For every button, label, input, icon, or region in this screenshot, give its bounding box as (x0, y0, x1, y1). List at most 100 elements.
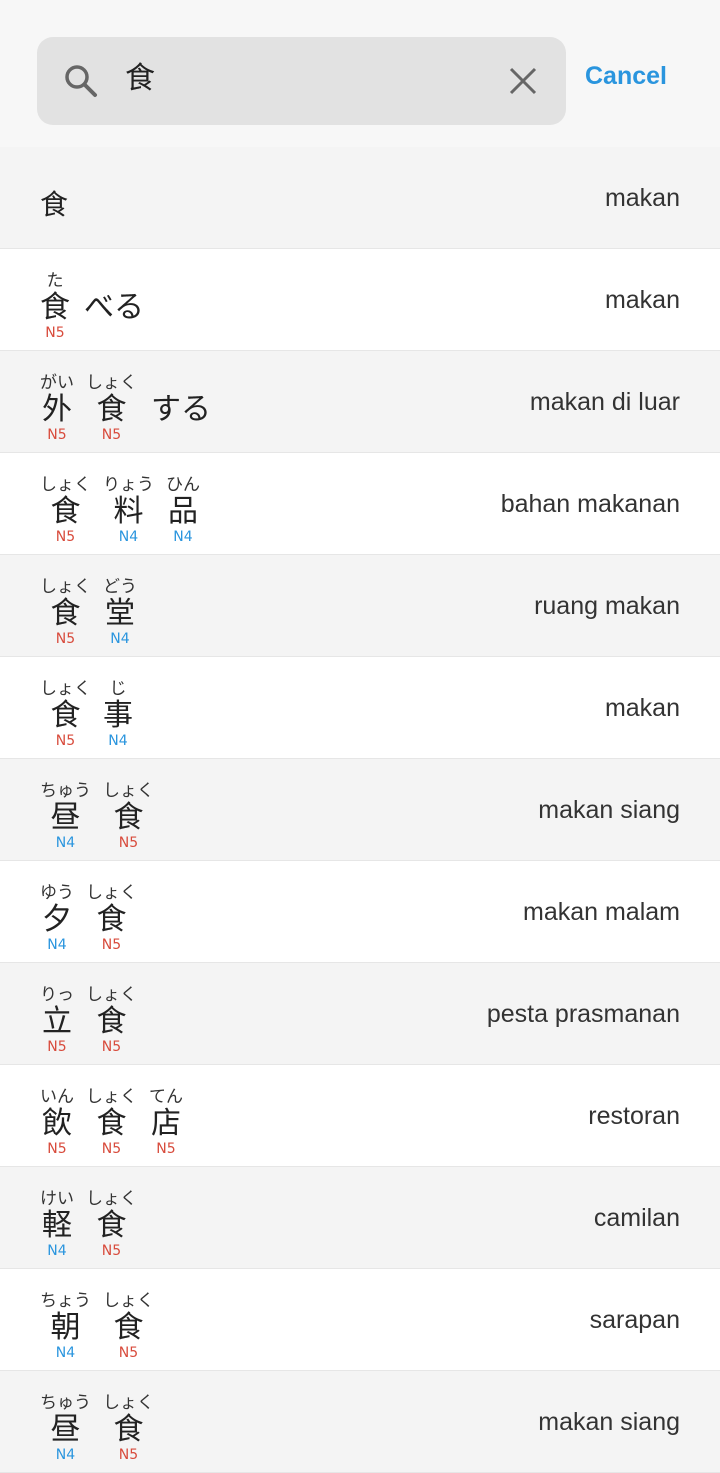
kanji: 軽 (42, 1208, 72, 1243)
kanji: 朝 (50, 1310, 81, 1345)
meaning: ruang makan (534, 592, 680, 620)
kanji-unit: しょく食 N5 (103, 1371, 154, 1463)
kanji-unit: ちゅう昼 N4 (40, 1371, 91, 1463)
kanji: 立 (42, 1004, 72, 1039)
furigana: ちゅう (40, 781, 91, 801)
furigana: いん (40, 1087, 74, 1107)
headword: ゆう夕 N4 しょく食 N5 (40, 861, 149, 963)
jlpt-level-badge: N5 (47, 1141, 67, 1157)
furigana: しょく (40, 679, 91, 699)
meaning: bahan makanan (500, 490, 680, 518)
kanji: 食 (96, 1004, 127, 1039)
kanji-unit: しょく食 N5 (86, 963, 137, 1055)
kanji-unit: りょう料 N4 (103, 453, 154, 545)
kanji: 食 (96, 1208, 127, 1243)
jlpt-level-badge: N4 (47, 937, 67, 953)
cancel-button[interactable]: Cancel (585, 62, 667, 91)
furigana: しょく (103, 781, 154, 801)
result-row[interactable]: しょく食 N5 どう堂 N4 ruang makan (0, 555, 720, 657)
furigana: しょく (86, 1087, 137, 1107)
result-row[interactable]: しょく食 N5 じ事 N4 makan (0, 657, 720, 759)
search-input[interactable]: 食 (37, 37, 566, 125)
jlpt-level-badge: N5 (118, 1345, 139, 1361)
furigana: がい (40, 373, 74, 393)
headword: けい軽 N4 しょく食 N5 (40, 1167, 149, 1269)
headword: ちゅう昼 N4 しょく食 N5 (40, 759, 166, 861)
kanji: 食 (113, 1412, 144, 1447)
kanji-unit: しょく食 N5 (103, 1269, 154, 1361)
headword: ちゅう昼 N4 しょく食 N5 (40, 1371, 166, 1473)
result-row[interactable]: けい軽 N4 しょく食 N5 camilan (0, 1167, 720, 1269)
furigana: しょく (103, 1291, 154, 1311)
meaning: camilan (593, 1204, 680, 1232)
kanji-unit: しょく食 N5 (86, 1065, 137, 1157)
jlpt-level-badge: N4 (110, 631, 130, 647)
kanji: 食 (50, 494, 81, 529)
kanji: 店 (151, 1106, 181, 1141)
result-row[interactable]: がい外 N5 しょく食 N5 する makan di luar (0, 351, 720, 453)
meaning: makan (604, 184, 680, 212)
meaning: restoran (588, 1102, 680, 1130)
jlpt-level-badge: N5 (55, 529, 76, 545)
jlpt-level-badge: N4 (55, 1345, 76, 1361)
furigana: しょく (86, 373, 137, 393)
kanji: 食 (96, 392, 127, 427)
result-list: 食 makan た食 N5 べる makan がい外 N5 しょく食 N5 する makan di l… (0, 147, 720, 1473)
kanji: 事 (103, 698, 133, 733)
kanji-unit: しょく食 N5 (86, 351, 137, 443)
headword: いん飲 N5 しょく食 N5 てん店 N5 (40, 1065, 195, 1167)
furigana: しょく (86, 883, 137, 903)
result-row[interactable]: ちゅう昼 N4 しょく食 N5 makan siang (0, 759, 720, 861)
kanji-unit: しょく食 N5 (40, 555, 91, 647)
furigana: ひん (166, 475, 200, 495)
jlpt-level-badge: N4 (108, 733, 128, 749)
meaning: makan di luar (529, 388, 680, 416)
result-row[interactable]: 食 makan (0, 147, 720, 249)
meaning: makan malam (523, 898, 680, 926)
kanji: 食 (113, 1310, 144, 1345)
result-row[interactable]: りっ立 N5 しょく食 N5 pesta prasmanan (0, 963, 720, 1065)
jlpt-level-badge: N5 (55, 631, 76, 647)
headword: た食 N5 べる (40, 249, 144, 351)
result-row[interactable]: ちゅう昼 N4 しょく食 N5 makan siang (0, 1371, 720, 1473)
jlpt-level-badge: N5 (101, 937, 122, 953)
result-row[interactable]: ゆう夕 N4 しょく食 N5 makan malam (0, 861, 720, 963)
furigana: ちゅう (40, 1393, 91, 1413)
kanji-unit: ちゅう昼 N4 (40, 759, 91, 851)
furigana: しょく (103, 1393, 154, 1413)
kanji: 食 (96, 1106, 127, 1141)
search-header: 食 Cancel (0, 0, 720, 147)
close-icon[interactable] (505, 63, 541, 99)
kanji: 食 (50, 596, 81, 631)
kanji-unit: ちょう朝 N4 (40, 1269, 91, 1361)
jlpt-level-badge: N4 (55, 835, 76, 851)
furigana: しょく (40, 577, 91, 597)
kanji: 品 (168, 494, 198, 529)
kanji-unit: てん店 N5 (149, 1065, 183, 1157)
furigana: しょく (40, 475, 91, 495)
jlpt-level-badge: N5 (101, 427, 122, 443)
kanji: 飲 (42, 1106, 72, 1141)
result-row[interactable]: しょく食 N5 りょう料 N4 ひん品 N4 bahan makanan (0, 453, 720, 555)
headword: りっ立 N5 しょく食 N5 (40, 963, 149, 1065)
kanji-unit: ひん品 N4 (166, 453, 200, 545)
kanji-unit: どう堂 N4 (103, 555, 137, 647)
kanji: 昼 (50, 1412, 81, 1447)
furigana: じ (109, 679, 127, 699)
jlpt-level-badge: N5 (101, 1039, 122, 1055)
headword: しょく食 N5 りょう料 N4 ひん品 N4 (40, 453, 212, 555)
jlpt-level-badge: N5 (101, 1243, 122, 1259)
headword: ちょう朝 N4 しょく食 N5 (40, 1269, 166, 1371)
kanji: 外 (42, 392, 72, 427)
kanji-unit: がい外 N5 (40, 351, 74, 443)
result-row[interactable]: いん飲 N5 しょく食 N5 てん店 N5 restoran (0, 1065, 720, 1167)
result-row[interactable]: ちょう朝 N4 しょく食 N5 sarapan (0, 1269, 720, 1371)
furigana: しょく (86, 985, 137, 1005)
jlpt-level-badge: N4 (55, 1447, 76, 1463)
jlpt-level-badge: N4 (173, 529, 193, 545)
meaning: makan (604, 286, 680, 314)
jlpt-level-badge: N5 (118, 1447, 139, 1463)
result-row[interactable]: た食 N5 べる makan (0, 249, 720, 351)
furigana: けい (40, 1189, 74, 1209)
kanji-unit: しょく食 N5 (103, 759, 154, 851)
